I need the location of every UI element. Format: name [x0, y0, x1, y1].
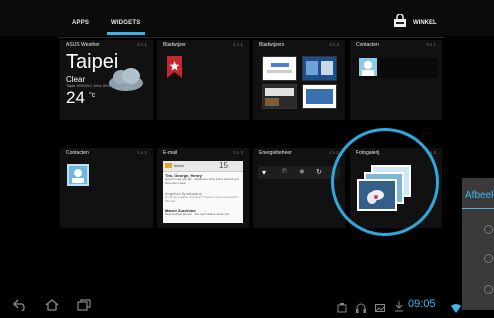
widget-title: Bladwijzer: [163, 42, 186, 48]
side-panel-title: Afbeelding: [465, 190, 494, 201]
back-icon[interactable]: [13, 298, 27, 316]
download-icon: [395, 299, 403, 317]
image-icon: [375, 300, 385, 318]
bookmark-icon: [167, 56, 182, 83]
shop-label[interactable]: WINKEL: [413, 20, 437, 26]
brightness-icon: ✸: [299, 169, 305, 176]
bookmark-thumb-news: [262, 84, 297, 109]
widget-title: E-mail: [163, 150, 178, 156]
radio-option[interactable]: [484, 285, 493, 294]
mail-icon: [165, 163, 172, 168]
widget-contacten-small[interactable]: Contacten 1 x 1: [60, 148, 153, 228]
widget-bladwijzer[interactable]: Bladwijzer 1 x 1: [157, 40, 249, 120]
email-row: Tim, George, Henry Good to see you all! …: [165, 173, 239, 185]
widget-title: ASUS Weather: [66, 42, 100, 48]
contact-card-icon: [67, 164, 89, 191]
status-clock: 09:05: [408, 298, 436, 310]
widget-size: 4 x 1: [426, 42, 436, 47]
widget-size: 1 x 1: [137, 150, 147, 155]
radio-option[interactable]: [484, 254, 493, 263]
system-navigation-bar: [0, 296, 462, 313]
bookmark-thumb-google: [262, 56, 297, 81]
headset-icon: [356, 300, 366, 318]
divider: [58, 37, 445, 38]
home-icon[interactable]: [45, 298, 59, 316]
usb-icon: [337, 300, 347, 318]
wifi-signal-icon: [451, 300, 461, 318]
contact-icon: [359, 58, 377, 81]
widget-size: 3 x 3: [329, 42, 339, 47]
weather-condition: Clear: [66, 75, 86, 84]
widget-size: 1 x 1: [233, 42, 243, 47]
email-row: Marco Zucchino New Android phone! · We c…: [165, 208, 231, 216]
widget-contacten[interactable]: Contacten 4 x 1: [350, 40, 442, 120]
widget-email[interactable]: E-mail 3 x 3 Inbox 15 Tim, George, Henry …: [157, 148, 249, 228]
widget-drawer-header: APPS WIDGETS WINKEL: [0, 0, 494, 36]
sync-icon: ↻: [316, 169, 322, 176]
wifi-icon: ▾: [262, 168, 267, 177]
power-control-bar: ▾ ℗ ✸ ↻ ◐: [258, 166, 340, 179]
cloud-icon: [106, 66, 146, 99]
bookmark-thumb-youtube: [302, 84, 337, 109]
widget-title: Bladwijzers: [259, 42, 285, 48]
email-count: 15: [219, 161, 228, 170]
widget-size: 4 x 1: [137, 42, 147, 47]
highlight-circle: [331, 128, 439, 236]
widget-title: Contacten: [356, 42, 379, 48]
widget-bladwijzers[interactable]: Bladwijzers 3 x 3: [253, 40, 345, 120]
tab-active-indicator: [107, 32, 145, 35]
tab-apps[interactable]: APPS: [72, 20, 89, 26]
email-row: Angelina Sparkasina Come for a game of t…: [165, 191, 238, 203]
radio-option[interactable]: [484, 225, 493, 234]
weather-temp: 24: [66, 88, 85, 107]
recent-apps-icon[interactable]: [77, 298, 91, 316]
side-panel: Afbeelding: [462, 178, 494, 310]
bluetooth-icon: ℗: [282, 168, 288, 175]
tab-widgets[interactable]: WIDGETS: [111, 20, 140, 26]
widget-title: Contacten: [66, 150, 89, 156]
email-inbox-label: Inbox: [174, 163, 184, 168]
widget-title: Energiebeheer: [259, 150, 292, 156]
widget-size: 3 x 3: [233, 150, 243, 155]
weather-unit: °c: [89, 92, 96, 99]
shop-bag-icon[interactable]: [393, 13, 407, 33]
email-preview: Inbox 15 Tim, George, Henry Good to see …: [163, 161, 243, 223]
bookmark-thumb-picasa: [302, 56, 337, 81]
